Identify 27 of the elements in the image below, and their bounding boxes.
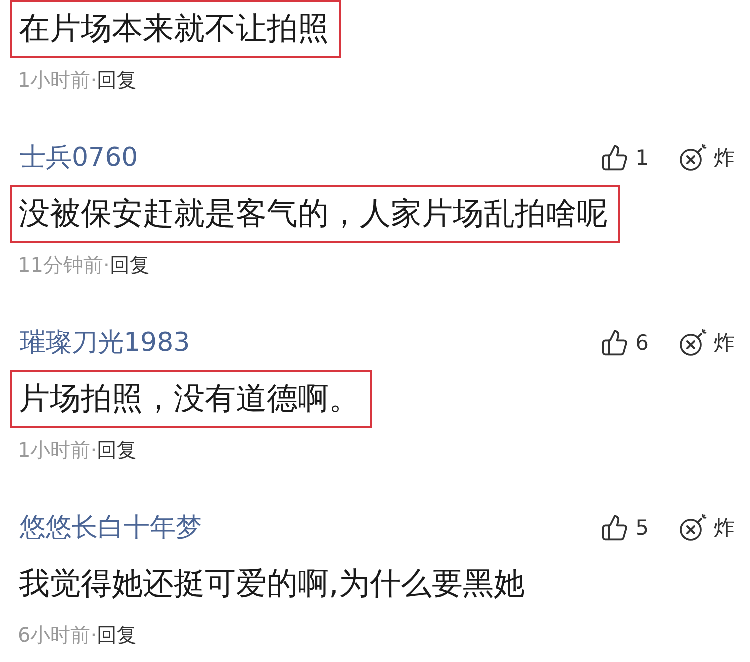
timestamp: 1小时前· bbox=[18, 66, 98, 94]
like-button[interactable]: 6 bbox=[600, 329, 649, 357]
username-link[interactable]: 悠悠长白十年梦 bbox=[20, 512, 202, 544]
like-button[interactable]: 5 bbox=[600, 514, 649, 542]
highlighted-comment-text: 在片场本来就不让拍照 bbox=[10, 0, 341, 58]
bomb-icon bbox=[679, 329, 707, 357]
bomb-button[interactable]: 炸 bbox=[679, 329, 735, 357]
thumbs-up-icon bbox=[600, 514, 629, 542]
bomb-button[interactable]: 炸 bbox=[679, 514, 735, 542]
reply-link[interactable]: 回复 bbox=[97, 622, 138, 648]
like-button[interactable]: 1 bbox=[600, 144, 649, 172]
timestamp: 1小时前· bbox=[18, 436, 98, 464]
thumbs-up-icon bbox=[600, 329, 629, 357]
timestamp: 6小时前· bbox=[18, 622, 98, 648]
highlighted-comment-text: 没被保安赶就是客气的，人家片场乱拍啥呢 bbox=[10, 185, 620, 243]
username-link[interactable]: 璀璨刀光1983 bbox=[20, 327, 190, 359]
timestamp: 11分钟前· bbox=[18, 252, 110, 278]
bomb-button[interactable]: 炸 bbox=[679, 144, 735, 172]
highlighted-comment-text: 片场拍照，没有道德啊。 bbox=[10, 370, 372, 428]
reply-link[interactable]: 回复 bbox=[110, 252, 150, 278]
reply-link[interactable]: 回复 bbox=[97, 436, 138, 464]
bomb-icon bbox=[679, 514, 707, 542]
comment-text: 我觉得她还挺可爱的啊,为什么要黑她 bbox=[18, 565, 526, 604]
username-link[interactable]: 士兵0760 bbox=[20, 142, 138, 174]
thumbs-up-icon bbox=[600, 144, 629, 172]
reply-link[interactable]: 回复 bbox=[97, 66, 138, 94]
bomb-icon bbox=[679, 144, 707, 172]
